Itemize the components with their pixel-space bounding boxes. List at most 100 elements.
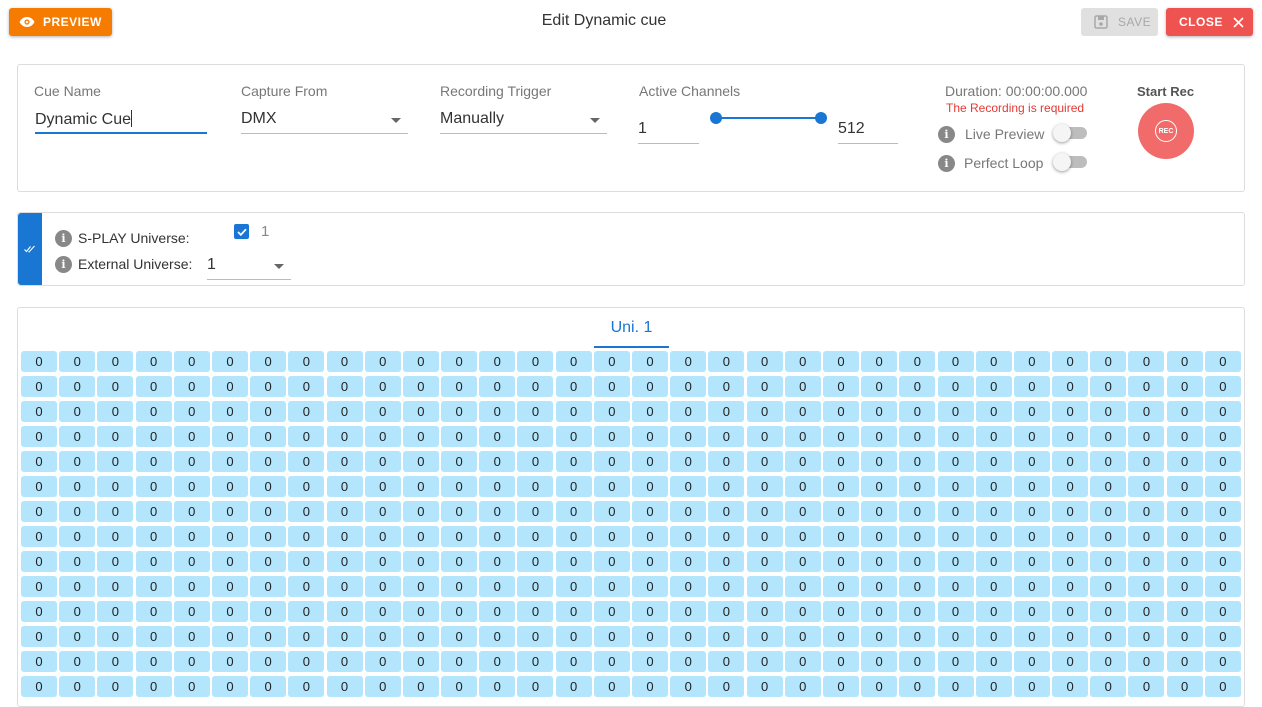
- channel-cell[interactable]: 0: [899, 576, 936, 597]
- channel-cell[interactable]: 0: [822, 551, 859, 572]
- channel-cell[interactable]: 0: [173, 576, 210, 597]
- channel-cell[interactable]: 0: [670, 601, 707, 622]
- channel-cell[interactable]: 0: [479, 501, 516, 522]
- channel-cell[interactable]: 0: [1204, 376, 1241, 397]
- channel-cell[interactable]: 0: [632, 451, 668, 472]
- channel-cell[interactable]: 0: [708, 601, 745, 622]
- channel-cell[interactable]: 0: [708, 476, 745, 497]
- capture-from-select[interactable]: DMX: [241, 110, 408, 134]
- channel-cell[interactable]: 0: [822, 451, 859, 472]
- channel-cell[interactable]: 0: [861, 576, 898, 597]
- channel-cell[interactable]: 0: [784, 476, 821, 497]
- channel-cell[interactable]: 0: [899, 426, 936, 447]
- channel-cell[interactable]: 0: [326, 401, 363, 422]
- channel-cell[interactable]: 0: [97, 376, 134, 397]
- channel-cell[interactable]: 0: [97, 401, 134, 422]
- channel-cell[interactable]: 0: [593, 376, 630, 397]
- channel-cell[interactable]: 0: [173, 551, 210, 572]
- channel-cell[interactable]: 0: [822, 626, 859, 647]
- channel-cell[interactable]: 0: [441, 351, 478, 372]
- channel-cell[interactable]: 0: [21, 626, 57, 647]
- channel-cell[interactable]: 0: [746, 676, 783, 697]
- channel-cell[interactable]: 0: [97, 426, 134, 447]
- channel-cell[interactable]: 0: [975, 651, 1012, 672]
- channel-cell[interactable]: 0: [975, 626, 1012, 647]
- channel-cell[interactable]: 0: [364, 551, 401, 572]
- channel-cell[interactable]: 0: [1090, 601, 1127, 622]
- channel-cell[interactable]: 0: [784, 401, 821, 422]
- channel-cell[interactable]: 0: [250, 376, 287, 397]
- channel-cell[interactable]: 0: [364, 426, 401, 447]
- channel-cell[interactable]: 0: [708, 451, 745, 472]
- channel-cell[interactable]: 0: [555, 626, 592, 647]
- channel-cell[interactable]: 0: [250, 501, 287, 522]
- channel-cell[interactable]: 0: [555, 576, 592, 597]
- channel-cell[interactable]: 0: [135, 551, 172, 572]
- channel-cell[interactable]: 0: [250, 526, 287, 547]
- channel-cell[interactable]: 0: [59, 351, 96, 372]
- channel-cell[interactable]: 0: [517, 576, 554, 597]
- channel-cell[interactable]: 0: [822, 576, 859, 597]
- channel-cell[interactable]: 0: [555, 476, 592, 497]
- channel-cell[interactable]: 0: [364, 476, 401, 497]
- channel-cell[interactable]: 0: [1052, 526, 1089, 547]
- channel-cell[interactable]: 0: [479, 451, 516, 472]
- channel-cell[interactable]: 0: [326, 426, 363, 447]
- channel-cell[interactable]: 0: [211, 676, 248, 697]
- channel-cell[interactable]: 0: [899, 376, 936, 397]
- channel-cell[interactable]: 0: [632, 601, 668, 622]
- channel-cell[interactable]: 0: [1052, 676, 1089, 697]
- channel-cell[interactable]: 0: [784, 451, 821, 472]
- channel-cell[interactable]: 0: [861, 551, 898, 572]
- save-button[interactable]: SAVE: [1081, 8, 1158, 36]
- channel-cell[interactable]: 0: [173, 401, 210, 422]
- channel-cell[interactable]: 0: [593, 526, 630, 547]
- channel-cell[interactable]: 0: [211, 576, 248, 597]
- channel-cell[interactable]: 0: [517, 351, 554, 372]
- channel-cell[interactable]: 0: [402, 376, 439, 397]
- channel-cell[interactable]: 0: [402, 551, 439, 572]
- channel-cell[interactable]: 0: [1013, 676, 1050, 697]
- channel-cell[interactable]: 0: [708, 401, 745, 422]
- channel-cell[interactable]: 0: [21, 351, 57, 372]
- channel-cell[interactable]: 0: [1052, 501, 1089, 522]
- channel-cell[interactable]: 0: [632, 576, 668, 597]
- channel-cell[interactable]: 0: [173, 351, 210, 372]
- active-channels-from-input[interactable]: 1: [638, 120, 699, 144]
- channel-cell[interactable]: 0: [1013, 351, 1050, 372]
- channel-cell[interactable]: 0: [250, 551, 287, 572]
- channel-cell[interactable]: 0: [97, 676, 134, 697]
- channel-cell[interactable]: 0: [670, 576, 707, 597]
- channel-cell[interactable]: 0: [250, 651, 287, 672]
- channel-cell[interactable]: 0: [593, 426, 630, 447]
- channel-cell[interactable]: 0: [211, 451, 248, 472]
- channel-cell[interactable]: 0: [1204, 551, 1241, 572]
- channel-cell[interactable]: 0: [1013, 501, 1050, 522]
- channel-cell[interactable]: 0: [632, 551, 668, 572]
- channel-cell[interactable]: 0: [899, 626, 936, 647]
- channel-cell[interactable]: 0: [517, 476, 554, 497]
- channel-cell[interactable]: 0: [441, 626, 478, 647]
- channel-cell[interactable]: 0: [59, 426, 96, 447]
- channel-cell[interactable]: 0: [822, 676, 859, 697]
- channel-cell[interactable]: 0: [402, 426, 439, 447]
- splay-universe-checkbox[interactable]: [234, 224, 249, 239]
- channel-cell[interactable]: 0: [555, 651, 592, 672]
- channel-cell[interactable]: 0: [708, 651, 745, 672]
- channel-cell[interactable]: 0: [326, 376, 363, 397]
- channel-cell[interactable]: 0: [899, 451, 936, 472]
- channel-cell[interactable]: 0: [861, 651, 898, 672]
- channel-cell[interactable]: 0: [1052, 601, 1089, 622]
- channel-cell[interactable]: 0: [899, 501, 936, 522]
- channel-cell[interactable]: 0: [135, 451, 172, 472]
- cue-name-input[interactable]: Dynamic Cue: [35, 110, 207, 134]
- channel-cell[interactable]: 0: [21, 601, 57, 622]
- channel-cell[interactable]: 0: [861, 376, 898, 397]
- channel-cell[interactable]: 0: [1128, 426, 1165, 447]
- channel-cell[interactable]: 0: [975, 376, 1012, 397]
- channel-cell[interactable]: 0: [937, 526, 974, 547]
- channel-cell[interactable]: 0: [784, 426, 821, 447]
- universe-side-tab[interactable]: [18, 213, 42, 285]
- channel-cell[interactable]: 0: [861, 526, 898, 547]
- channel-cell[interactable]: 0: [746, 576, 783, 597]
